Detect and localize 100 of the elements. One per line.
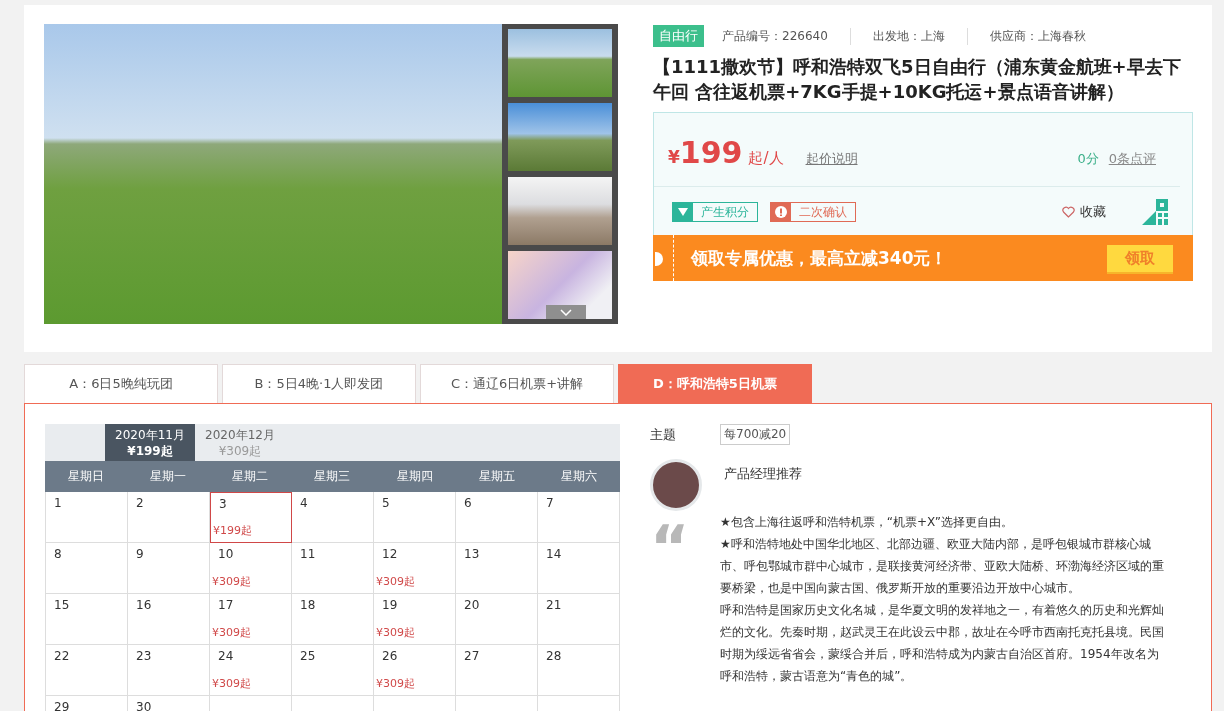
day-number: 12: [382, 547, 399, 561]
weekday-label: 星期日: [67, 468, 106, 485]
day-price: ¥309起: [212, 676, 252, 691]
calendar-day[interactable]: 9: [128, 543, 210, 594]
rating-score: 0分: [1077, 150, 1099, 168]
weekday-label: 星期一: [149, 468, 188, 485]
calendar-day[interactable]: 20: [456, 594, 538, 645]
departure-city: 出发地：上海: [872, 27, 968, 45]
description-paragraph: ★包含上海往返呼和浩特机票，“机票+X”选择更自由。: [720, 514, 1014, 531]
calendar-day[interactable]: 21: [538, 594, 620, 645]
tab[interactable]: C：通辽6日机票+讲解: [420, 364, 614, 403]
day-number: 29: [54, 700, 71, 711]
day-number: 8: [54, 547, 63, 561]
product-title: 【1111撒欢节】呼和浩特双飞5日自由行（浦东黄金航班+早去下午回 含往返机票+7KG手提+10KG托运+景点语音讲解）: [653, 55, 1182, 104]
day-price: ¥309起: [212, 625, 252, 640]
day-price: ¥199起: [213, 523, 253, 538]
calendar-day[interactable]: 30: [128, 696, 210, 711]
day-number: 23: [136, 649, 153, 663]
calendar-day[interactable]: 10 ¥309起: [210, 543, 292, 594]
day-number: 11: [300, 547, 317, 561]
calendar-day[interactable]: 23: [128, 645, 210, 696]
badge-label: 二次确认: [799, 203, 847, 221]
day-number: 26: [382, 649, 399, 663]
exclamation-icon: [775, 206, 787, 218]
theme-tag: 每700减20: [720, 424, 791, 445]
day-number: 7: [546, 496, 555, 510]
calendar-day[interactable]: 13: [456, 543, 538, 594]
day-number: 14: [546, 547, 563, 561]
calendar-day[interactable]: 25: [292, 645, 374, 696]
month-tab[interactable]: 2020年12月 ¥309起: [195, 424, 285, 461]
calendar-day[interactable]: 12 ¥309起: [374, 543, 456, 594]
calendar-day[interactable]: 14: [538, 543, 620, 594]
calendar-day[interactable]: 6: [456, 492, 538, 543]
weekday-label: 星期六: [559, 468, 598, 485]
calendar-day[interactable]: 1: [46, 492, 128, 543]
day-price: ¥309起: [376, 625, 416, 640]
calendar-day[interactable]: 17 ¥309起: [210, 594, 292, 645]
trip-type-tag: 自由行: [653, 25, 704, 47]
day-number: 19: [382, 598, 399, 612]
thumbnail-photo[interactable]: [508, 29, 612, 97]
day-number: 9: [136, 547, 145, 561]
price-unit: 起/人: [748, 149, 784, 168]
day-price: ¥309起: [376, 676, 416, 691]
weekday-label: 星期五: [477, 468, 516, 485]
heart-icon: [1062, 206, 1075, 218]
quote-mark: “: [650, 517, 690, 577]
chevron-down-icon: [560, 308, 572, 316]
calendar-day[interactable]: 8: [46, 543, 128, 594]
day-number: 15: [54, 598, 71, 612]
calendar-day[interactable]: 28: [538, 645, 620, 696]
price-note-link[interactable]: 起价说明: [805, 150, 858, 168]
coupon-text: 领取专属优惠，最高立减340元！: [691, 246, 949, 270]
calendar-day[interactable]: 16: [128, 594, 210, 645]
scroll-down-button[interactable]: [546, 305, 586, 319]
description-paragraph: ★呼和浩特地处中国华北地区、北部边疆、欧亚大陆内部，是呼包银城市群核心城市、呼包鄂城市群中心城市，是联接黄河经济带、亚欧大陆桥、环渤海经济区域的重要桥梁，也是中国向蒙古国、俄罗斯开放的重要沿边开放中心城市。: [720, 536, 1165, 597]
calendar-day[interactable]: 26 ¥309起: [374, 645, 456, 696]
theme-label: 主题: [650, 425, 677, 444]
day-number: 3: [219, 497, 228, 511]
calendar-day[interactable]: 18: [292, 594, 374, 645]
day-number: 13: [464, 547, 481, 561]
day-number: 27: [464, 649, 481, 663]
calendar-day[interactable]: 29: [46, 696, 128, 711]
calendar-day[interactable]: 22: [46, 645, 128, 696]
tab[interactable]: A：6日5晚纯玩团: [24, 364, 218, 403]
calendar-day[interactable]: 3 ¥199起: [210, 492, 292, 543]
thumbnail-photo[interactable]: [508, 177, 612, 245]
day-number: 6: [464, 496, 473, 510]
calendar-day[interactable]: 27: [456, 645, 538, 696]
badge-label: 产生积分: [701, 203, 749, 221]
day-number: 17: [218, 598, 235, 612]
calendar-day[interactable]: 2: [128, 492, 210, 543]
calendar-day[interactable]: 15: [46, 594, 128, 645]
calendar-day[interactable]: 5: [374, 492, 456, 543]
day-number: 18: [300, 598, 317, 612]
calendar-day[interactable]: 11: [292, 543, 374, 594]
supplier: 供应商：上海春秋: [989, 27, 1087, 45]
diamond-icon: [677, 207, 689, 217]
reviews-link[interactable]: 0条点评: [1108, 150, 1156, 168]
weekday-label: 星期四: [395, 468, 434, 485]
day-price: ¥309起: [376, 574, 416, 589]
day-number: 25: [300, 649, 317, 663]
day-number: 24: [218, 649, 235, 663]
favorite-link[interactable]: 收藏: [1062, 203, 1106, 221]
price: 199: [679, 135, 743, 170]
weekday-label: 星期三: [313, 468, 352, 485]
day-number: 5: [382, 496, 391, 510]
calendar-day[interactable]: 19 ¥309起: [374, 594, 456, 645]
day-number: 21: [546, 598, 563, 612]
avatar: [650, 459, 702, 511]
day-number: 30: [136, 700, 153, 711]
thumbnail-photo[interactable]: [508, 251, 612, 319]
calendar-day[interactable]: 4: [292, 492, 374, 543]
calendar-day[interactable]: 24 ¥309起: [210, 645, 292, 696]
calendar-day[interactable]: 7: [538, 492, 620, 543]
product-code: 产品编号：226640: [722, 27, 851, 45]
day-number: 20: [464, 598, 481, 612]
thumbnail-photo[interactable]: [508, 103, 612, 171]
month-tab[interactable]: 2020年11月 ¥199起: [105, 424, 195, 461]
day-number: 2: [136, 496, 145, 510]
tab[interactable]: B：5日4晚·1人即发团: [222, 364, 416, 403]
